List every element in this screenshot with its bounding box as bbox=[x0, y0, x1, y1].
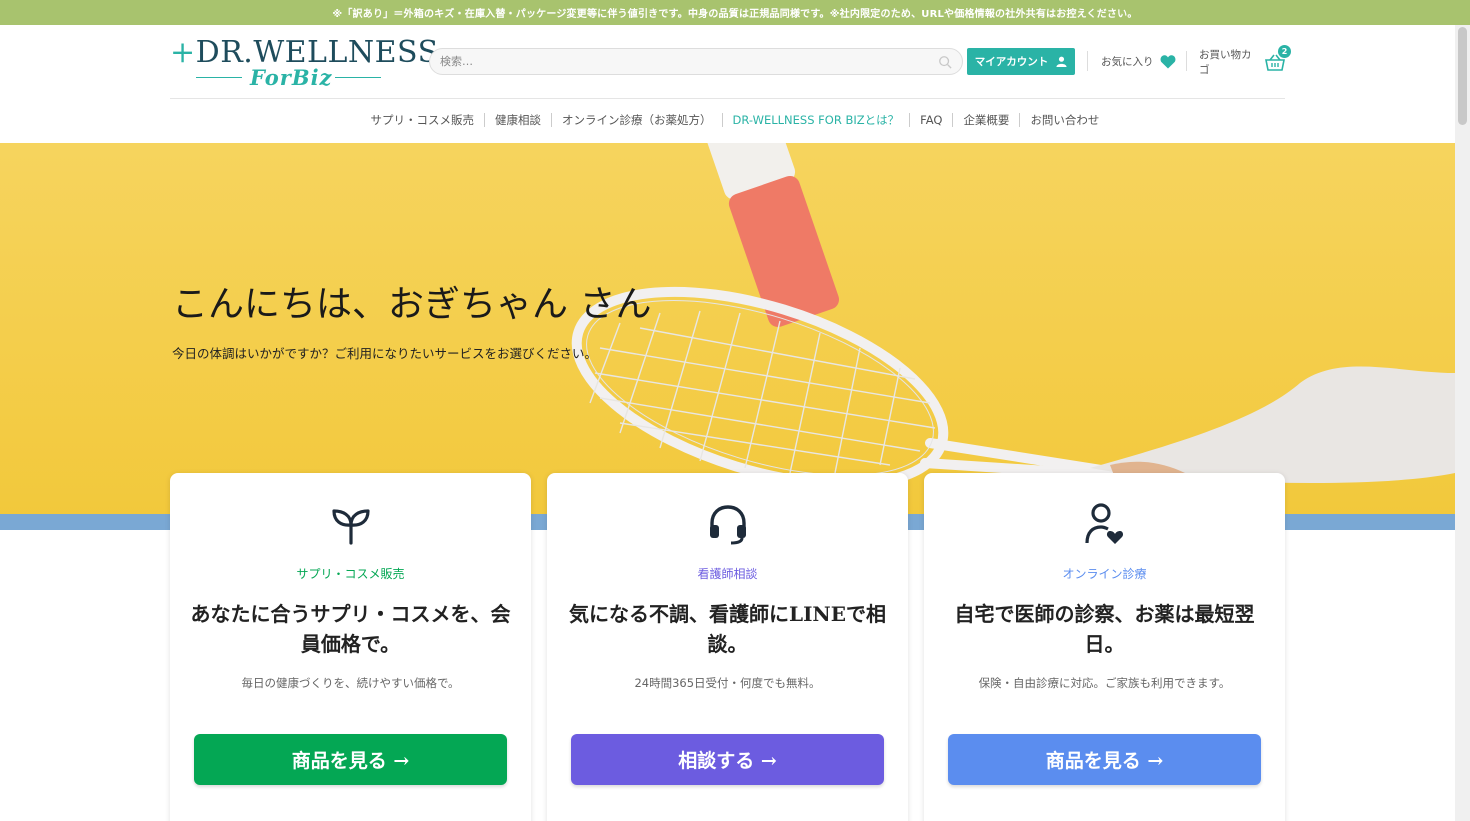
card-category: 看護師相談 bbox=[697, 567, 758, 581]
my-account-label: マイアカウント bbox=[974, 56, 1049, 68]
search-bar bbox=[429, 48, 963, 75]
nav-item-about[interactable]: DR-WELLNESS FOR BIZとは？ bbox=[721, 113, 910, 127]
main-nav: サプリ・コスメ販売 健康相談 オンライン診療（お薬処方） DR-WELLNESS… bbox=[0, 108, 1470, 132]
hero-greeting: こんにちは、おぎちゃん さん bbox=[172, 284, 652, 325]
favorites-label: お気に入り bbox=[1101, 56, 1154, 68]
site-logo[interactable]: +DR.WELLNESS ForBiz bbox=[170, 35, 438, 91]
scrollbar[interactable] bbox=[1455, 25, 1470, 821]
card-description: 24時間365日受付・何度でも無料。 bbox=[634, 676, 821, 690]
hero-illustration bbox=[571, 143, 1455, 490]
headset-icon bbox=[709, 505, 746, 545]
favorites-link[interactable]: お気に入り bbox=[1101, 48, 1176, 75]
my-account-button[interactable]: マイアカウント bbox=[967, 48, 1075, 75]
notice-text: ※「訳あり」＝外箱のキズ・在庫入替・パッケージ変更等に伴う値引きです。中身の品質… bbox=[332, 9, 1138, 20]
nav-item-supplements[interactable]: サプリ・コスメ販売 bbox=[361, 113, 485, 127]
card-description: 保険・自由診療に対応。ご家族も利用できます。 bbox=[978, 676, 1231, 690]
card-heading: 自宅で医師の診察、お薬は最短翌日。 bbox=[954, 602, 1255, 656]
logo-tagline: ForBiz bbox=[250, 65, 333, 90]
card-heading: 気になる不調、看護師にLINEで相談。 bbox=[569, 602, 886, 656]
nav-item-faq[interactable]: FAQ bbox=[909, 113, 952, 127]
consult-button[interactable]: 相談する → bbox=[571, 734, 884, 785]
view-products-button[interactable]: 商品を見る → bbox=[194, 734, 507, 785]
search-icon[interactable] bbox=[938, 55, 952, 69]
heart-icon bbox=[1160, 55, 1175, 69]
site-header: +DR.WELLNESS ForBiz マイアカウント お気に入り お買い物カゴ… bbox=[170, 25, 1291, 99]
nav-item-health-consult[interactable]: 健康相談 bbox=[484, 113, 551, 127]
nav-item-online-clinic[interactable]: オンライン診療（お薬処方） bbox=[551, 113, 722, 127]
card-description: 毎日の健康づくりを、続けやすい価格で。 bbox=[241, 676, 460, 690]
card-category: サプリ・コスメ販売 bbox=[296, 567, 405, 581]
user-heart-icon bbox=[1084, 503, 1123, 544]
card-category: オンライン診療 bbox=[1062, 567, 1147, 581]
user-icon bbox=[1056, 56, 1067, 67]
scroll-thumb[interactable] bbox=[1458, 27, 1467, 125]
nav-item-contact[interactable]: お問い合わせ bbox=[1019, 113, 1109, 127]
cart-label: お買い物カゴ bbox=[1199, 48, 1252, 76]
hero-banner: こんにちは、おぎちゃん さん 今日の体調はいかがですか？ご利用になりたいサービス… bbox=[0, 143, 1455, 530]
notice-bar: ※「訳あり」＝外箱のキズ・在庫入替・パッケージ変更等に伴う値引きです。中身の品質… bbox=[0, 0, 1470, 25]
hero-subtitle: 今日の体調はいかがですか？ご利用になりたいサービスをお選びください。 bbox=[172, 346, 598, 361]
search-input[interactable] bbox=[440, 55, 938, 68]
service-card-nurse: 看護師相談 気になる不調、看護師にLINEで相談。 24時間365日受付・何度で… bbox=[547, 473, 908, 821]
service-card-supplements: サプリ・コスメ販売 あなたに合うサプリ・コスメを、会員価格で。 毎日の健康づくり… bbox=[170, 473, 531, 821]
service-card-online-clinic: オンライン診療 自宅で医師の診察、お薬は最短翌日。 保険・自由診療に対応。ご家族… bbox=[924, 473, 1285, 821]
cart-link[interactable]: お買い物カゴ 2 bbox=[1199, 44, 1291, 76]
nav-item-company[interactable]: 企業概要 bbox=[952, 113, 1019, 127]
card-heading: あなたに合うサプリ・コスメを、会員価格で。 bbox=[190, 602, 511, 656]
cart-count-badge: 2 bbox=[1278, 44, 1291, 58]
view-products-button[interactable]: 商品を見る → bbox=[948, 734, 1261, 785]
sprout-icon bbox=[331, 509, 370, 545]
